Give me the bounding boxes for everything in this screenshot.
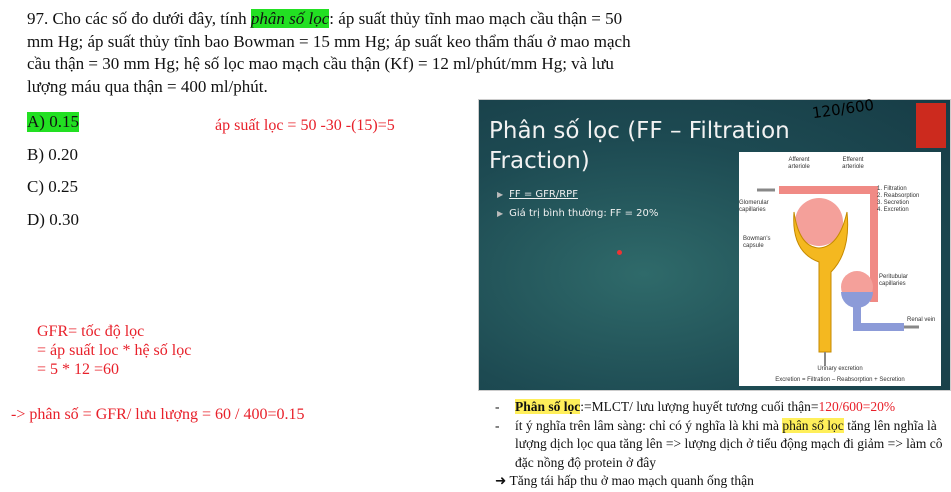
lecture-slide: Phân số lọc (FF – Filtration Fraction) 1… [478, 95, 951, 391]
step: 2. Reabsorption [877, 193, 920, 199]
label-urinary: Urinary excretion [817, 366, 863, 372]
step: 4. Excretion [877, 207, 909, 213]
option-d: D) 0.30 [27, 210, 79, 229]
bullet-text: FF = GFR/RPF [509, 189, 578, 200]
note-line: ➜ Tăng tái hấp thu ở mao mạch quanh ống … [495, 472, 951, 491]
gfr-line: = 5 * 12 =60 [37, 361, 120, 378]
note-text: :=MLCT/ lưu lượng huyết tương cuối thận= [580, 399, 819, 414]
slide-bullet: ▶ Giá trị bình thường: FF = 20% [497, 208, 659, 219]
label-afferent: Afferent arteriole [788, 157, 810, 170]
step: 1. Filtration [877, 186, 907, 192]
note-bold: Phân số lọc [515, 399, 581, 414]
option-c: C) 0.25 [27, 177, 78, 196]
option-b: B) 0.20 [27, 145, 78, 164]
question-text: 97. Cho các số đo dưới đây, tính phân số… [27, 8, 637, 98]
gfr-note: GFR= tốc độ lọc = áp suất loc * hệ số lọ… [37, 322, 191, 379]
label-efferent: Efferent arteriole [842, 157, 864, 170]
result-note: -> phân số = GFR/ lưu lượng = 60 / 400=0… [11, 406, 305, 423]
note-line: - Phân số lọc:=MLCT/ lưu lượng huyết tươn… [495, 399, 896, 414]
note-highlight: phân số lọc [782, 417, 844, 433]
nephron-diagram: Afferent arteriole Efferent arteriole Gl… [739, 152, 941, 386]
label-peritubular: Peritubular capillaries [879, 274, 909, 287]
slide-bullet: ▶ FF = GFR/RPF [497, 189, 578, 200]
handwriting: 120/600 [810, 95, 876, 123]
label-glomerular: Glomerular capillaries [739, 200, 769, 213]
step-list: 1. Filtration 2. Reabsorption 3. Secreti… [877, 186, 919, 214]
laser-pointer-dot [617, 250, 622, 255]
slide-accent-bar [916, 103, 946, 148]
gfr-line: GFR= tốc độ lọc [37, 323, 145, 340]
note-text: ít ý nghĩa trên lâm sàng: chỉ có ý nghĩa… [515, 417, 783, 433]
note-line: - ít ý nghĩa trên lâm sàng: chỉ có ý ngh… [495, 417, 943, 470]
question-prefix: 97. Cho các số đo dưới đây, tính [27, 9, 251, 28]
label-renal-vein: Renal vein [907, 317, 936, 323]
gfr-line: = áp suất loc * hệ số lọc [37, 342, 192, 359]
note-red: 120/600=20% [818, 399, 896, 414]
label-bowman: Bowman's capsule [743, 236, 771, 249]
step: 3. Secretion [877, 200, 910, 206]
option-a: A) 0.15 [27, 112, 79, 132]
filtration-pressure-note: áp suất lọc = 50 -30 -(15)=5 [215, 117, 395, 134]
question-highlight: phân số lọc [250, 9, 330, 28]
bullet-text: Giá trị bình thường: FF = 20% [509, 208, 659, 219]
notes: - Phân số lọc:=MLCT/ lưu lượng huyết tươn… [495, 398, 951, 491]
arrow-right-icon: ➜ [495, 473, 510, 488]
note-text: Tăng tái hấp thu ở mao mạch quanh ống th… [509, 473, 754, 488]
label-equation: Excretion = Filtration – Reabsorption + … [775, 377, 905, 383]
